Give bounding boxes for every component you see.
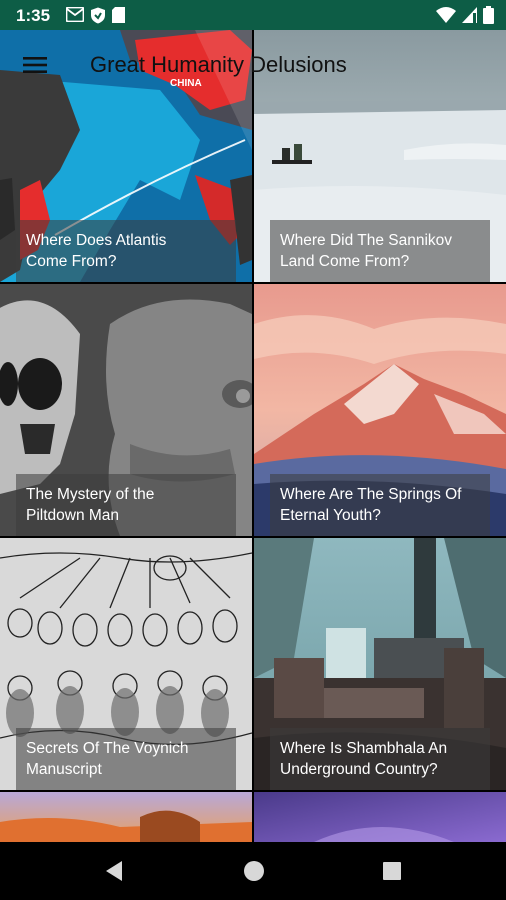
sunset-image bbox=[0, 792, 252, 842]
article-tile-partial-right[interactable] bbox=[254, 792, 506, 842]
gmail-icon bbox=[66, 7, 84, 22]
battery-icon bbox=[483, 6, 494, 24]
status-time: 1:35 bbox=[16, 6, 51, 25]
sd-card-icon bbox=[112, 7, 125, 23]
recent-apps-icon[interactable] bbox=[383, 862, 401, 880]
article-caption: Secrets Of The Voynich Manuscript bbox=[16, 728, 236, 790]
shield-icon bbox=[91, 7, 105, 24]
article-title-line2: Piltdown Man bbox=[26, 507, 120, 524]
article-tile-shambhala[interactable]: Where Is Shambhala An Underground Countr… bbox=[254, 538, 506, 790]
article-title-line2: Manuscript bbox=[26, 761, 102, 778]
status-bar: 1:35 bbox=[0, 0, 506, 30]
article-grid: CHINA Where Does Atlantis Come From? Whe… bbox=[0, 30, 506, 842]
article-title-line2: Come From? bbox=[26, 253, 117, 270]
article-caption: The Mystery of the Piltdown Man bbox=[16, 474, 236, 536]
article-tile-partial-left[interactable] bbox=[0, 792, 252, 842]
article-tile-voynich[interactable]: Secrets Of The Voynich Manuscript bbox=[0, 538, 252, 790]
article-caption: Where Did The Sannikov Land Come From? bbox=[270, 220, 490, 282]
article-title-line1: Secrets Of The Voynich bbox=[26, 740, 189, 757]
article-caption: Where Is Shambhala An Underground Countr… bbox=[270, 728, 490, 790]
notification-icons bbox=[66, 7, 125, 24]
signal-icon bbox=[462, 7, 477, 23]
article-caption: Where Are The Springs Of Eternal Youth? bbox=[270, 474, 490, 536]
article-title-line1: The Mystery of the bbox=[26, 486, 155, 503]
article-title-line1: Where Does Atlantis bbox=[26, 232, 167, 249]
article-title-line2: Land Come From? bbox=[280, 253, 410, 270]
home-icon[interactable] bbox=[243, 860, 265, 882]
system-icons bbox=[436, 6, 494, 24]
article-title-line2: Underground Country? bbox=[280, 761, 438, 778]
article-caption: Where Does Atlantis Come From? bbox=[16, 220, 236, 282]
purple-sky-image bbox=[254, 792, 506, 842]
article-tile-piltdown[interactable]: The Mystery of the Piltdown Man bbox=[0, 284, 252, 536]
toolbar: Great Humanity Delusions bbox=[0, 30, 506, 100]
navigation-bar bbox=[0, 842, 506, 900]
article-title-line1: Where Is Shambhala An bbox=[280, 740, 448, 757]
article-title-line2: Eternal Youth? bbox=[280, 507, 381, 524]
menu-icon[interactable] bbox=[22, 52, 48, 78]
app-title: Great Humanity Delusions bbox=[90, 52, 347, 77]
article-title-line1: Where Did The Sannikov bbox=[280, 232, 453, 249]
back-icon[interactable] bbox=[104, 860, 124, 882]
article-tile-springs[interactable]: Where Are The Springs Of Eternal Youth? bbox=[254, 284, 506, 536]
wifi-icon bbox=[436, 7, 456, 23]
article-title-line1: Where Are The Springs Of bbox=[280, 486, 462, 503]
